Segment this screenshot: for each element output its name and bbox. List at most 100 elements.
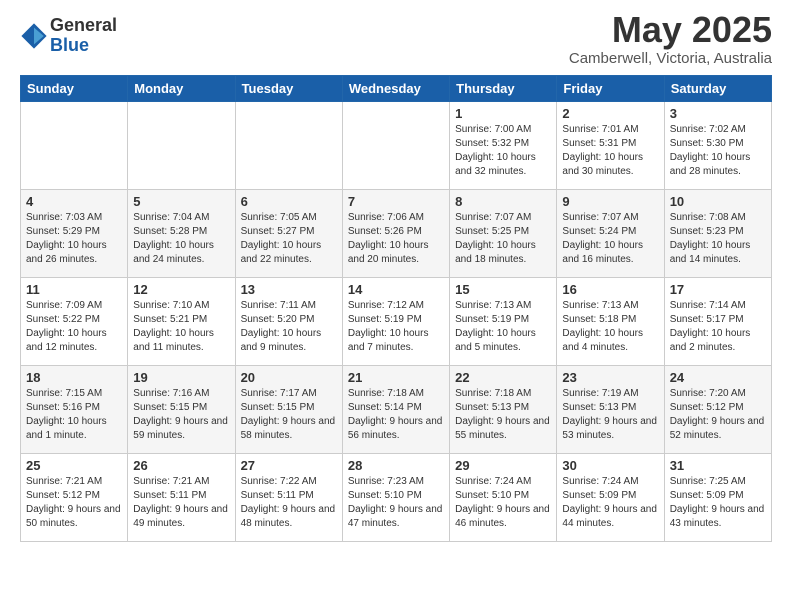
calendar-cell: 24Sunrise: 7:20 AM Sunset: 5:12 PM Dayli…	[664, 365, 771, 453]
calendar-cell: 31 Sunrise: 7:25 AM Sunset: 5:09 PM Dayli…	[664, 453, 771, 541]
day-number: 18	[26, 370, 122, 385]
day-info: Sunrise: 7:07 AM Sunset: 5:25 PM Dayligh…	[455, 211, 551, 267]
day-info: Sunrise: 7:18 AM Sunset: 5:14 PM Dayligh…	[348, 387, 444, 443]
calendar-cell: 21 Sunrise: 7:18 AM Sunset: 5:14 PM Dayli…	[342, 365, 449, 453]
day-number: 15	[455, 282, 551, 297]
day-number: 8	[455, 194, 551, 209]
day-number: 31	[670, 458, 766, 473]
day-number: 21	[348, 370, 444, 385]
day-number: 28	[348, 458, 444, 473]
day-info: Sunrise: 7:18 AM Sunset: 5:13 PM Dayligh…	[455, 387, 551, 443]
calendar-table: SundayMondayTuesdayWednesdayThursdayFrid…	[20, 75, 772, 542]
day-info: Sunrise: 7:01 AM Sunset: 5:31 PM Dayligh…	[562, 123, 658, 179]
calendar-cell: 6Sunrise: 7:05 AM Sunset: 5:27 PM Daylig…	[235, 189, 342, 277]
day-info: Sunrise: 7:21 AM Sunset: 5:11 PM Dayligh…	[133, 475, 229, 531]
calendar-week-row: 1 Sunrise: 7:00 AM Sunset: 5:32 PM Daylig…	[21, 101, 772, 189]
calendar-cell: 1 Sunrise: 7:00 AM Sunset: 5:32 PM Daylig…	[450, 101, 557, 189]
day-number: 24	[670, 370, 766, 385]
day-info: Sunrise: 7:24 AM Sunset: 5:10 PM Dayligh…	[455, 475, 551, 531]
calendar-cell	[21, 101, 128, 189]
day-number: 23	[562, 370, 658, 385]
day-info: Sunrise: 7:08 AM Sunset: 5:23 PM Dayligh…	[670, 211, 766, 267]
weekday-header-monday: Monday	[128, 75, 235, 101]
day-number: 22	[455, 370, 551, 385]
weekday-header-friday: Friday	[557, 75, 664, 101]
logo-icon	[20, 22, 48, 50]
day-number: 2	[562, 106, 658, 121]
header: General Blue May 2025 Camberwell, Victor…	[20, 10, 772, 67]
calendar-cell: 2 Sunrise: 7:01 AM Sunset: 5:31 PM Daylig…	[557, 101, 664, 189]
day-number: 13	[241, 282, 337, 297]
day-info: Sunrise: 7:16 AM Sunset: 5:15 PM Dayligh…	[133, 387, 229, 443]
calendar-cell	[128, 101, 235, 189]
logo-text: General Blue	[50, 16, 117, 56]
day-info: Sunrise: 7:24 AM Sunset: 5:09 PM Dayligh…	[562, 475, 658, 531]
calendar-cell	[342, 101, 449, 189]
calendar-cell: 20 Sunrise: 7:17 AM Sunset: 5:15 PM Dayli…	[235, 365, 342, 453]
calendar-cell: 28 Sunrise: 7:23 AM Sunset: 5:10 PM Dayli…	[342, 453, 449, 541]
day-info: Sunrise: 7:15 AM Sunset: 5:16 PM Dayligh…	[26, 387, 122, 443]
day-number: 16	[562, 282, 658, 297]
day-number: 17	[670, 282, 766, 297]
calendar-week-row: 4Sunrise: 7:03 AM Sunset: 5:29 PM Daylig…	[21, 189, 772, 277]
day-number: 3	[670, 106, 766, 121]
day-info: Sunrise: 7:22 AM Sunset: 5:11 PM Dayligh…	[241, 475, 337, 531]
day-number: 11	[26, 282, 122, 297]
calendar-cell: 9 Sunrise: 7:07 AM Sunset: 5:24 PM Daylig…	[557, 189, 664, 277]
calendar-cell: 12Sunrise: 7:10 AM Sunset: 5:21 PM Dayli…	[128, 277, 235, 365]
day-number: 19	[133, 370, 229, 385]
calendar-cell: 26Sunrise: 7:21 AM Sunset: 5:11 PM Dayli…	[128, 453, 235, 541]
calendar-cell: 17 Sunrise: 7:14 AM Sunset: 5:17 PM Dayli…	[664, 277, 771, 365]
calendar-week-row: 25 Sunrise: 7:21 AM Sunset: 5:12 PM Dayli…	[21, 453, 772, 541]
day-info: Sunrise: 7:02 AM Sunset: 5:30 PM Dayligh…	[670, 123, 766, 179]
calendar-header-row: SundayMondayTuesdayWednesdayThursdayFrid…	[21, 75, 772, 101]
day-info: Sunrise: 7:07 AM Sunset: 5:24 PM Dayligh…	[562, 211, 658, 267]
day-number: 4	[26, 194, 122, 209]
day-number: 5	[133, 194, 229, 209]
day-number: 20	[241, 370, 337, 385]
day-info: Sunrise: 7:19 AM Sunset: 5:13 PM Dayligh…	[562, 387, 658, 443]
calendar-cell: 5Sunrise: 7:04 AM Sunset: 5:28 PM Daylig…	[128, 189, 235, 277]
day-number: 10	[670, 194, 766, 209]
calendar-cell: 19 Sunrise: 7:16 AM Sunset: 5:15 PM Dayli…	[128, 365, 235, 453]
calendar-cell: 3 Sunrise: 7:02 AM Sunset: 5:30 PM Daylig…	[664, 101, 771, 189]
day-number: 6	[241, 194, 337, 209]
day-number: 25	[26, 458, 122, 473]
day-info: Sunrise: 7:13 AM Sunset: 5:19 PM Dayligh…	[455, 299, 551, 355]
calendar-week-row: 11 Sunrise: 7:09 AM Sunset: 5:22 PM Dayli…	[21, 277, 772, 365]
day-info: Sunrise: 7:09 AM Sunset: 5:22 PM Dayligh…	[26, 299, 122, 355]
weekday-header-wednesday: Wednesday	[342, 75, 449, 101]
calendar-cell: 11 Sunrise: 7:09 AM Sunset: 5:22 PM Dayli…	[21, 277, 128, 365]
day-info: Sunrise: 7:14 AM Sunset: 5:17 PM Dayligh…	[670, 299, 766, 355]
calendar-cell: 23 Sunrise: 7:19 AM Sunset: 5:13 PM Dayli…	[557, 365, 664, 453]
day-number: 12	[133, 282, 229, 297]
day-info: Sunrise: 7:25 AM Sunset: 5:09 PM Dayligh…	[670, 475, 766, 531]
day-info: Sunrise: 7:13 AM Sunset: 5:18 PM Dayligh…	[562, 299, 658, 355]
calendar-cell: 22 Sunrise: 7:18 AM Sunset: 5:13 PM Dayli…	[450, 365, 557, 453]
day-number: 30	[562, 458, 658, 473]
day-number: 1	[455, 106, 551, 121]
calendar-cell: 30 Sunrise: 7:24 AM Sunset: 5:09 PM Dayli…	[557, 453, 664, 541]
logo-blue-text: Blue	[50, 36, 117, 56]
calendar-cell: 4Sunrise: 7:03 AM Sunset: 5:29 PM Daylig…	[21, 189, 128, 277]
day-info: Sunrise: 7:00 AM Sunset: 5:32 PM Dayligh…	[455, 123, 551, 179]
day-info: Sunrise: 7:06 AM Sunset: 5:26 PM Dayligh…	[348, 211, 444, 267]
calendar-cell: 27Sunrise: 7:22 AM Sunset: 5:11 PM Dayli…	[235, 453, 342, 541]
calendar-cell: 13Sunrise: 7:11 AM Sunset: 5:20 PM Dayli…	[235, 277, 342, 365]
day-info: Sunrise: 7:23 AM Sunset: 5:10 PM Dayligh…	[348, 475, 444, 531]
day-number: 14	[348, 282, 444, 297]
calendar-cell: 29Sunrise: 7:24 AM Sunset: 5:10 PM Dayli…	[450, 453, 557, 541]
page: General Blue May 2025 Camberwell, Victor…	[0, 0, 792, 552]
day-info: Sunrise: 7:17 AM Sunset: 5:15 PM Dayligh…	[241, 387, 337, 443]
month-title: May 2025	[569, 10, 772, 50]
title-block: May 2025 Camberwell, Victoria, Australia	[569, 10, 772, 67]
day-number: 9	[562, 194, 658, 209]
calendar-cell: 16 Sunrise: 7:13 AM Sunset: 5:18 PM Dayli…	[557, 277, 664, 365]
day-info: Sunrise: 7:12 AM Sunset: 5:19 PM Dayligh…	[348, 299, 444, 355]
weekday-header-saturday: Saturday	[664, 75, 771, 101]
calendar-cell: 15 Sunrise: 7:13 AM Sunset: 5:19 PM Dayli…	[450, 277, 557, 365]
day-info: Sunrise: 7:21 AM Sunset: 5:12 PM Dayligh…	[26, 475, 122, 531]
calendar-cell: 7Sunrise: 7:06 AM Sunset: 5:26 PM Daylig…	[342, 189, 449, 277]
calendar-week-row: 18 Sunrise: 7:15 AM Sunset: 5:16 PM Dayli…	[21, 365, 772, 453]
calendar-cell: 10 Sunrise: 7:08 AM Sunset: 5:23 PM Dayli…	[664, 189, 771, 277]
